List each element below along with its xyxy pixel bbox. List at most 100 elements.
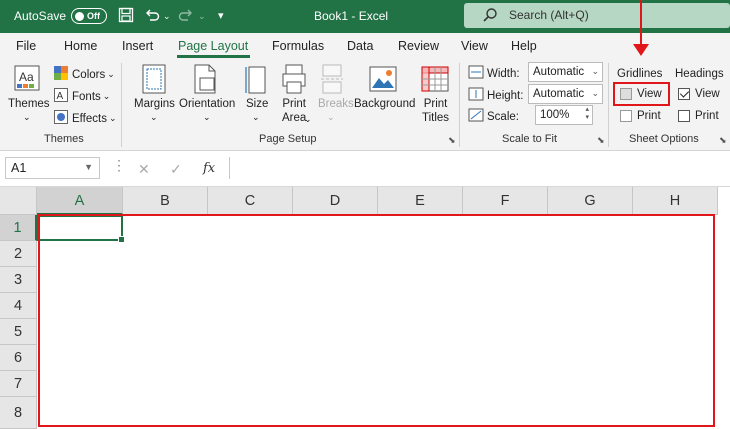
gridlines-print-checkbox[interactable] [620,110,632,122]
undo-dropdown-icon[interactable]: ⌄ [163,11,171,22]
tab-file[interactable]: File [16,39,36,53]
row-header-6[interactable]: 6 [0,345,37,371]
column-header-g[interactable]: G [548,187,633,215]
chevron-down-icon[interactable]: ⌄ [252,110,260,124]
headings-print-checkbox[interactable] [678,110,690,122]
row-header-2[interactable]: 2 [0,241,37,267]
autosave-toggle[interactable]: AutoSave Off [14,8,108,24]
autosave-switch[interactable]: Off [71,8,108,24]
width-icon [468,65,484,82]
name-box[interactable]: A1 ▼ [5,157,100,179]
scale-icon [468,108,484,125]
redo-dropdown-icon: ⌄ [198,11,206,21]
print-titles-button[interactable]: Print Titles [422,97,449,125]
scale-value: 100% [540,109,570,121]
print-area-icon [281,64,307,97]
chevron-down-icon: ⌄ [102,91,111,101]
formula-bar: A1 ▼ ⋮ ✕ ✓ fx [0,152,730,187]
themes-button[interactable]: Themes [8,97,50,111]
headings-heading: Headings [675,68,724,80]
effects-button[interactable]: Effects ⌄ [54,110,117,127]
headings-view-checkbox[interactable] [678,88,690,100]
insert-function-icon[interactable]: fx [203,161,215,176]
print-area-button[interactable]: Print Area [282,97,306,125]
autosave-label: AutoSave [14,9,67,23]
more-options-icon[interactable]: ⋮ [112,157,126,174]
column-header-a[interactable]: A [37,187,123,215]
svg-text:Aa: Aa [19,70,34,84]
fonts-button[interactable]: A Fonts ⌄ [54,88,110,105]
title-bar: AutoSave Off ⌄ ⌄ ▾ Book1 - Excel Search … [0,0,730,33]
autosave-state: Off [87,11,101,21]
column-header-d[interactable]: D [293,187,378,215]
width-value: Automatic [533,66,585,78]
row-header-3[interactable]: 3 [0,267,37,293]
column-header-c[interactable]: C [208,187,293,215]
scale-to-fit-launcher-icon[interactable]: ⬊ [597,135,605,146]
scale-label: Scale: [487,110,519,123]
gridlines-print-label: Print [637,110,661,122]
tab-insert[interactable]: Insert [122,39,153,53]
width-dropdown[interactable]: Automatic ⌄ [528,62,603,82]
undo-icon[interactable] [144,7,160,27]
size-icon [245,64,267,97]
redo-icon [178,7,194,27]
customize-qat-icon[interactable]: ▾ [218,9,224,22]
sheet-options-launcher-icon[interactable]: ⬊ [719,135,727,146]
colors-label: Colors [72,68,106,81]
scale-spinner[interactable]: 100% ▴ ▾ [535,105,593,125]
row-header-4[interactable]: 4 [0,293,37,319]
themes-dropdown-icon[interactable]: ⌄ [23,110,31,124]
background-button[interactable]: Background [354,97,415,111]
name-box-value: A1 [11,161,27,175]
breaks-button: Breaks [318,98,354,110]
spinner-arrows-icon[interactable]: ▴ ▾ [585,106,589,122]
tab-data[interactable]: Data [347,39,373,53]
svg-text:A: A [57,91,64,102]
group-divider [121,63,122,147]
row-header-7[interactable]: 7 [0,371,37,397]
column-header-h[interactable]: H [633,187,718,215]
colors-icon [54,66,68,83]
colors-button[interactable]: Colors ⌄ [54,66,115,83]
chevron-down-icon[interactable]: ⌄ [203,110,211,124]
tab-home[interactable]: Home [64,39,97,53]
annotation-arrow-line [640,0,642,46]
column-header-e[interactable]: E [378,187,463,215]
search-box[interactable]: Search (Alt+Q) [464,3,730,28]
column-header-f[interactable]: F [463,187,548,215]
row-header-5[interactable]: 5 [0,319,37,345]
background-icon [369,64,397,97]
height-dropdown[interactable]: Automatic ⌄ [528,84,603,104]
row-header-1[interactable]: 1 [0,215,37,241]
column-header-b[interactable]: B [123,187,208,215]
tab-review[interactable]: Review [398,39,439,53]
tab-view[interactable]: View [461,39,488,53]
orientation-button[interactable]: Orientation [179,97,235,111]
page-setup-launcher-icon[interactable]: ⬊ [448,135,456,146]
tab-page-layout[interactable]: Page Layout [178,39,248,53]
gridlines-hidden-highlight [38,214,715,427]
cancel-icon[interactable]: ✕ [138,161,150,178]
formula-input[interactable] [229,157,730,179]
effects-label: Effects [72,112,107,125]
select-all-button[interactable] [0,187,37,215]
print-titles-label-1: Print [423,98,448,110]
save-icon[interactable] [118,7,134,27]
chevron-down-icon[interactable]: ⌄ [150,110,158,124]
margins-button[interactable]: Margins [134,97,175,111]
group-divider [459,63,460,147]
row-header-8[interactable]: 8 [0,397,37,429]
chevron-down-icon: ⌄ [107,69,115,79]
themes-icon[interactable]: Aa [12,64,44,99]
tab-help[interactable]: Help [511,39,537,53]
enter-icon[interactable]: ✓ [170,161,182,178]
size-button[interactable]: Size [246,97,268,111]
breaks-icon [320,64,344,97]
tab-formulas[interactable]: Formulas [272,39,324,53]
height-icon [468,87,484,104]
toggle-knob [75,11,85,21]
headings-print-label: Print [695,110,719,122]
chevron-down-icon[interactable]: ⌄ [304,112,312,126]
chevron-down-icon[interactable]: ▼ [84,162,93,172]
